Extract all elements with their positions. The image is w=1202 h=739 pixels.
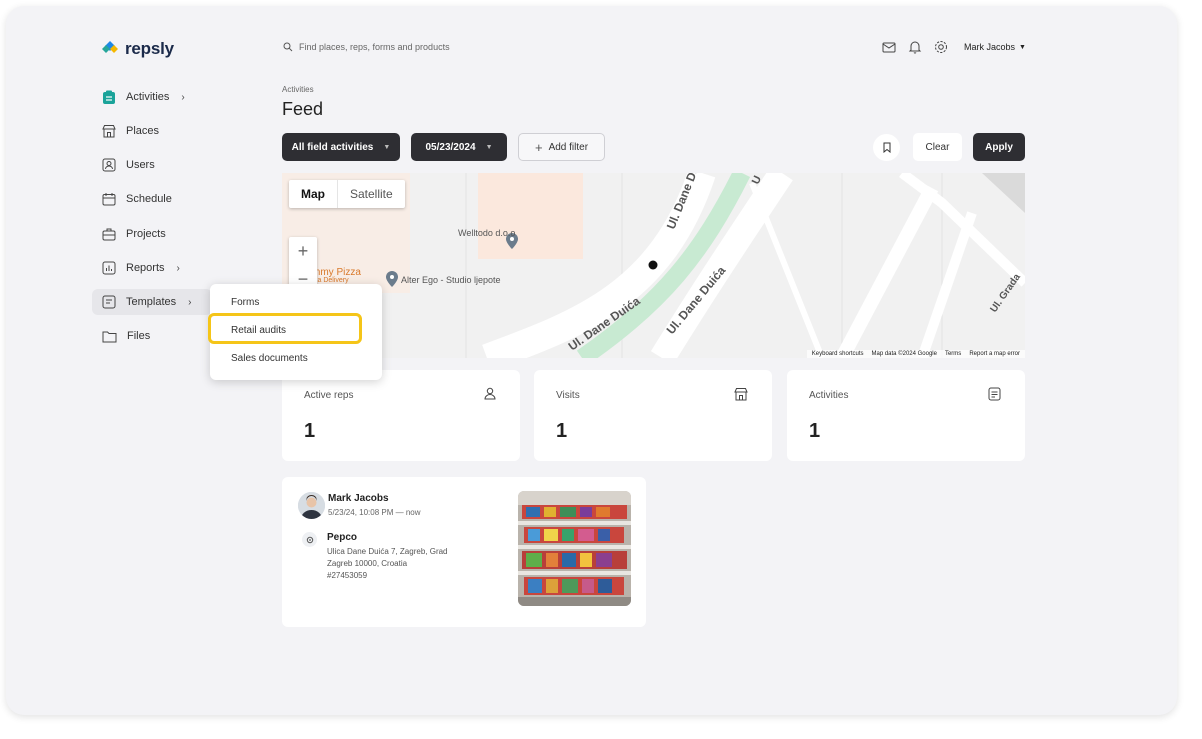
feed-place-address-line1: Ulica Dane Duića 7, Zagreb, Grad <box>327 547 448 556</box>
stat-value: 1 <box>809 420 821 442</box>
brand-logo[interactable]: repsly <box>100 39 174 59</box>
chevron-right-icon: › <box>176 262 180 274</box>
stat-card-active-reps: Active reps 1 <box>282 370 520 461</box>
apply-button[interactable]: Apply <box>973 133 1025 161</box>
feed-item[interactable]: Mark Jacobs 5/23/24, 10:08 PM — now Pepc… <box>282 477 646 627</box>
map-street-label: Ul. Grada <box>988 272 1023 315</box>
stat-label: Activities <box>809 390 849 401</box>
stat-card-visits: Visits 1 <box>534 370 772 461</box>
caret-down-icon: ▼ <box>383 143 391 151</box>
map-place-alter-ego[interactable]: Alter Ego - Studio ljepote <box>401 275 501 285</box>
date-picker[interactable]: 05/23/2024 ▼ <box>411 133 507 161</box>
breadcrumb[interactable]: Activities <box>282 85 314 94</box>
activity-type-label: All field activities <box>291 141 374 153</box>
sidebar-item-templates[interactable]: Templates › <box>92 289 212 315</box>
avatar <box>298 492 325 519</box>
report-map-error-link[interactable]: Report a map error <box>969 351 1020 357</box>
sidebar-item-places[interactable]: Places <box>92 118 212 144</box>
sidebar-item-label: Activities <box>126 91 170 103</box>
satellite-view-button[interactable]: Satellite <box>338 180 405 208</box>
bookmark-button[interactable] <box>873 134 900 161</box>
mail-icon[interactable] <box>881 39 897 55</box>
caret-down-icon: ▼ <box>485 143 493 151</box>
submenu-item-forms[interactable]: Forms <box>231 297 259 308</box>
briefcase-icon <box>102 228 116 241</box>
submenu-item-sales-documents[interactable]: Sales documents <box>231 353 308 364</box>
map-attribution: Keyboard shortcuts Map data ©2024 Google… <box>806 350 1025 358</box>
map-data-label: Map data ©2024 Google <box>871 351 937 357</box>
global-search[interactable]: Find places, reps, forms and products <box>283 42 450 52</box>
chart-icon <box>102 261 116 275</box>
retail-audits-highlight <box>208 313 362 344</box>
folder-icon <box>102 331 117 342</box>
gear-icon[interactable] <box>933 39 949 55</box>
sidebar-item-schedule[interactable]: Schedule <box>92 186 212 212</box>
user-icon <box>484 387 496 400</box>
page-title: Feed <box>282 99 324 119</box>
sidebar-item-label: Files <box>127 330 151 342</box>
store-shelf-photo-icon <box>518 491 631 606</box>
repsly-logo-icon <box>102 41 118 53</box>
store-icon <box>734 388 748 401</box>
search-icon <box>283 42 293 52</box>
map-type-toggle: Map Satellite <box>289 180 405 208</box>
sidebar-item-label: Schedule <box>126 193 172 205</box>
chevron-right-icon: › <box>181 91 185 103</box>
location-pin-icon <box>302 532 317 547</box>
feed-timestamp: 5/23/24, 10:08 PM — now <box>328 508 421 517</box>
feed-place-address-line2: Zagreb 10000, Croatia <box>327 559 408 568</box>
sidebar-item-files[interactable]: Files <box>92 323 212 349</box>
sidebar-item-reports[interactable]: Reports › <box>92 255 212 281</box>
map-place-pizza-sub: za Delivery <box>314 277 349 284</box>
sidebar-item-label: Templates <box>126 296 177 308</box>
sidebar-item-projects[interactable]: Projects <box>92 221 212 247</box>
sidebar-item-label: Users <box>126 159 155 171</box>
feed-place-name[interactable]: Pepco <box>327 532 357 543</box>
stat-label: Visits <box>556 390 580 401</box>
user-icon <box>102 158 116 172</box>
stat-card-activities: Activities 1 <box>787 370 1025 461</box>
feed-photo[interactable] <box>518 491 631 606</box>
search-input[interactable]: Find places, reps, forms and products <box>299 42 450 52</box>
add-filter-label: Add filter <box>548 141 589 153</box>
bell-icon[interactable] <box>907 39 923 55</box>
sidebar-item-users[interactable]: Users <box>92 152 212 178</box>
caret-down-icon: ▼ <box>1019 43 1026 51</box>
sidebar-item-label: Projects <box>126 228 166 240</box>
clipboard-icon <box>988 387 1001 401</box>
chevron-right-icon: › <box>188 296 192 308</box>
bookmark-icon <box>883 142 890 153</box>
user-name: Mark Jacobs <box>964 42 1016 52</box>
map-view-button[interactable]: Map <box>289 180 338 208</box>
zoom-in-button[interactable]: + <box>289 237 317 265</box>
date-value: 05/23/2024 <box>425 141 476 153</box>
stat-value: 1 <box>304 420 316 442</box>
clipboard-icon <box>103 90 115 104</box>
clear-button[interactable]: Clear <box>913 133 962 161</box>
user-menu[interactable]: Mark Jacobs ▼ <box>964 42 1026 52</box>
feed-place-id: #27453059 <box>327 571 368 580</box>
keyboard-shortcuts-link[interactable]: Keyboard shortcuts <box>812 351 864 357</box>
template-icon <box>102 295 116 309</box>
brand-name: repsly <box>125 39 174 58</box>
sidebar-item-activities[interactable]: Activities › <box>92 84 212 110</box>
activity-map[interactable]: Ul. Dane Duića Ul. Dane Duića Ul. Dane D… <box>282 173 1025 358</box>
add-filter-button[interactable]: + Add filter <box>518 133 605 161</box>
store-icon <box>102 125 116 138</box>
stat-label: Active reps <box>304 390 354 401</box>
stat-value: 1 <box>556 420 568 442</box>
location-dot-icon <box>306 536 313 543</box>
sidebar-item-label: Reports <box>126 262 165 274</box>
sidebar-item-label: Places <box>126 125 160 137</box>
calendar-icon <box>102 193 116 206</box>
activity-type-dropdown[interactable]: All field activities ▼ <box>282 133 400 161</box>
terms-link[interactable]: Terms <box>945 351 961 357</box>
map-place-welltodo[interactable]: Welltodo d.o.o <box>458 228 515 238</box>
plus-icon: + <box>534 139 543 155</box>
feed-user-name: Mark Jacobs <box>328 493 389 504</box>
user-photo-icon <box>298 492 325 519</box>
